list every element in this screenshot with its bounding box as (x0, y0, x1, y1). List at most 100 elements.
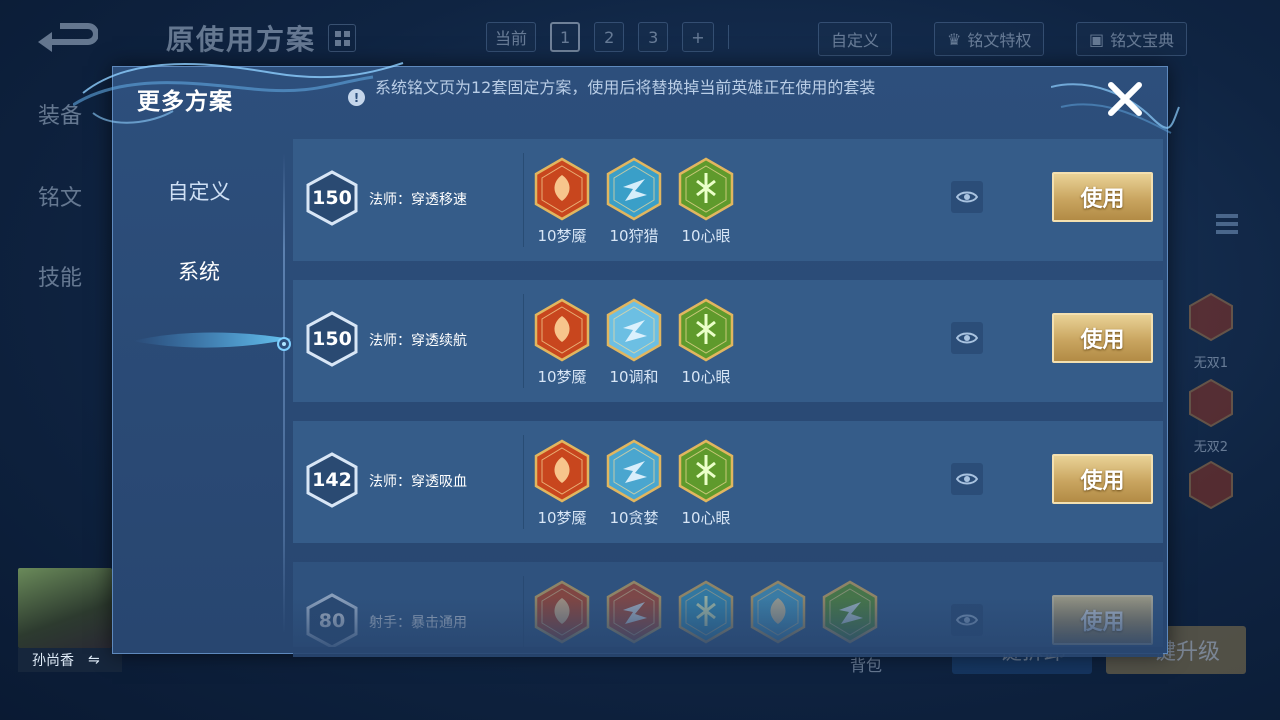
eye-icon (956, 191, 978, 203)
info-icon: ! (348, 89, 365, 106)
row-divider (523, 294, 524, 388)
plan-list[interactable]: 150 法师：穿透移速 10梦魇 10狩猎 10心眼 使用 150 法师：穿透续… (293, 139, 1163, 647)
plan-name: 射手：暴击通用 (369, 615, 467, 631)
rune-blue-icon (750, 580, 806, 644)
plan-tabs: 当前 1 2 3 + (486, 22, 729, 52)
nav-divider (283, 153, 285, 633)
rune-slot[interactable]: 10调和 (605, 298, 663, 387)
side-item-skills[interactable]: 技能 (38, 260, 82, 292)
rune-red-icon[interactable] (1186, 460, 1236, 510)
bag-label[interactable]: 背包 (850, 652, 882, 676)
tab-current[interactable]: 当前 (486, 22, 537, 52)
use-button[interactable]: 使用 (1052, 313, 1153, 363)
rune-set: 10梦魇 10狩猎 10心眼 (533, 157, 735, 246)
rune-slot[interactable]: 10心眼 (677, 157, 735, 246)
tab-3[interactable]: 3 (638, 22, 669, 52)
rune-set: 10梦魇 10贪婪 10心眼 (533, 439, 735, 528)
rune-level: 80 (318, 610, 346, 632)
grid-icon[interactable] (328, 24, 356, 52)
rune-slot[interactable]: 10梦魇 (533, 157, 591, 246)
rune-label: 10调和 (609, 368, 659, 386)
rune-slot[interactable] (677, 580, 735, 647)
rune-slot[interactable] (749, 580, 807, 647)
side-item-equipment[interactable]: 装备 (38, 98, 82, 130)
preview-button[interactable] (951, 322, 983, 354)
plan-name: 法师：穿透吸血 (369, 474, 467, 490)
preview-button[interactable] (951, 181, 983, 213)
active-glow (133, 332, 291, 348)
right-rune-label-1: 无双1 (1193, 356, 1228, 371)
rune-hunt-blue-icon (606, 157, 662, 221)
rune-slot[interactable]: 10心眼 (677, 439, 735, 528)
rune-privilege-button[interactable]: ♛ 铭文特权 (934, 22, 1045, 56)
rune-guide-button[interactable]: ▣ 铭文宝典 (1076, 22, 1188, 56)
nav-system[interactable]: 系统 (113, 251, 285, 291)
rune-blue-icon (678, 580, 734, 644)
rune-level: 142 (312, 469, 352, 491)
rune-slot[interactable]: 10梦魇 (533, 439, 591, 528)
rune-slot[interactable] (605, 580, 663, 647)
rune-slot[interactable]: 10梦魇 (533, 298, 591, 387)
rune-label: 10狩猎 (609, 227, 659, 245)
use-button[interactable]: 使用 (1052, 172, 1153, 222)
hero-name: 孙尚香 (32, 653, 74, 669)
row-divider (523, 576, 524, 647)
plan-row[interactable]: 142 法师：穿透吸血 10梦魇 10贪婪 10心眼 使用 (293, 421, 1163, 543)
rune-red-icon[interactable] (1186, 292, 1236, 342)
rune-slot[interactable]: 10狩猎 (605, 157, 663, 246)
close-icon[interactable] (1103, 77, 1147, 121)
rune-mind-green-icon (678, 157, 734, 221)
rune-guide-label: 铭文宝典 (1110, 31, 1175, 50)
use-button[interactable]: 使用 (1052, 595, 1153, 645)
rune-green-icon (822, 580, 878, 644)
rune-label: 10梦魇 (537, 509, 587, 527)
right-rune-label-2: 无双2 (1193, 440, 1228, 455)
hero-switch[interactable]: 孙尚香 ⇋ (18, 648, 122, 672)
rune-label: 10贪婪 (609, 509, 659, 527)
back-arrow-icon[interactable] (36, 20, 98, 56)
active-indicator (277, 337, 291, 351)
rune-label: 10心眼 (681, 368, 731, 386)
eye-icon (956, 332, 978, 344)
custom-label: 自定义 (831, 31, 880, 50)
rune-set: 10梦魇 10调和 10心眼 (533, 298, 735, 387)
swap-icon: ⇋ (88, 652, 100, 668)
use-button[interactable]: 使用 (1052, 454, 1153, 504)
preview-button[interactable] (951, 604, 983, 636)
row-divider (523, 153, 524, 247)
plan-row[interactable]: 80 射手：暴击通用 使用 (293, 562, 1163, 647)
plan-row[interactable]: 150 法师：穿透续航 10梦魇 10调和 10心眼 使用 (293, 280, 1163, 402)
page-title: 原使用方案 (166, 23, 317, 56)
preview-button[interactable] (951, 463, 983, 495)
nav-custom[interactable]: 自定义 (113, 171, 285, 211)
plan-row[interactable]: 150 法师：穿透移速 10梦魇 10狩猎 10心眼 使用 (293, 139, 1163, 261)
rune-slot[interactable] (821, 580, 879, 647)
rune-label: 10梦魇 (537, 227, 587, 245)
rune-harmony-blue-icon (606, 298, 662, 362)
rune-label: 10心眼 (681, 509, 731, 527)
side-item-runes[interactable]: 铭文 (38, 180, 82, 212)
rune-mind-green-icon (678, 439, 734, 503)
plan-name: 法师：穿透移速 (369, 192, 467, 208)
rune-dream-red-icon (534, 157, 590, 221)
rune-red-icon[interactable] (1186, 378, 1236, 428)
dialog-title: 更多方案 (137, 89, 233, 115)
rune-red-icon (534, 580, 590, 644)
rune-dream-red-icon (534, 298, 590, 362)
rune-slot[interactable] (533, 580, 591, 647)
rune-greed-blue-icon (606, 439, 662, 503)
notice-text: 系统铭文页为12套固定方案，使用后将替换掉当前英雄正在使用的套装 (375, 78, 876, 97)
custom-button[interactable]: 自定义 (818, 22, 893, 56)
plan-category-nav: 自定义 系统 (113, 141, 291, 641)
rune-mind-green-icon (678, 298, 734, 362)
rune-level: 150 (312, 187, 352, 209)
tab-2[interactable]: 2 (594, 22, 625, 52)
eye-icon (956, 614, 978, 626)
rune-slot[interactable]: 10心眼 (677, 298, 735, 387)
list-icon[interactable] (1214, 208, 1240, 240)
tab-add[interactable]: + (682, 22, 714, 52)
plan-name: 法师：穿透续航 (369, 333, 467, 349)
hero-portrait[interactable] (18, 568, 112, 648)
rune-slot[interactable]: 10贪婪 (605, 439, 663, 528)
tab-1[interactable]: 1 (550, 22, 581, 52)
